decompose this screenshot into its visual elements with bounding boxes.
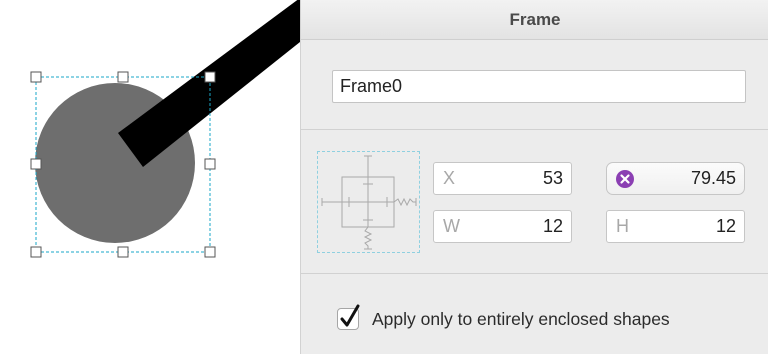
autoresizing-springs-icon[interactable]: [317, 151, 420, 253]
y-value: 79.45: [690, 168, 736, 188]
panel-title: Frame: [509, 10, 561, 29]
frame-inspector-panel: Frame Frame0 X 53 79.45 W 12 H 12: [300, 0, 768, 354]
checkmark-icon: [340, 304, 360, 327]
w-field[interactable]: W 12: [433, 210, 572, 243]
h-field[interactable]: H 12: [606, 210, 745, 243]
h-label: H: [616, 216, 629, 236]
handle-bottom-middle: [117, 246, 129, 258]
enclosed-shapes-checkbox[interactable]: [337, 304, 360, 330]
frame-name-input[interactable]: Frame0: [332, 70, 746, 103]
h-value: 12: [715, 216, 736, 236]
y-field[interactable]: 79.45: [606, 162, 745, 195]
handle-middle-right: [204, 158, 216, 170]
w-label: W: [443, 216, 460, 236]
handle-bottom-left: [30, 246, 42, 258]
enclosed-shapes-label[interactable]: Apply only to entirely enclosed shapes: [372, 309, 670, 330]
x-value: 53: [542, 168, 563, 188]
x-label: X: [443, 168, 456, 188]
design-canvas[interactable]: [0, 0, 300, 354]
panel-header: Frame: [301, 0, 768, 40]
divider: [301, 129, 768, 130]
bar-shape[interactable]: [118, 0, 300, 167]
handle-middle-left: [30, 158, 42, 170]
clear-x-icon[interactable]: [616, 170, 634, 188]
handle-top-middle: [117, 71, 129, 83]
handle-top-left: [30, 71, 42, 83]
divider: [301, 273, 768, 274]
handle-top-right: [204, 71, 216, 83]
x-field[interactable]: X 53: [433, 162, 572, 195]
w-value: 12: [542, 216, 563, 236]
handle-bottom-right: [204, 246, 216, 258]
